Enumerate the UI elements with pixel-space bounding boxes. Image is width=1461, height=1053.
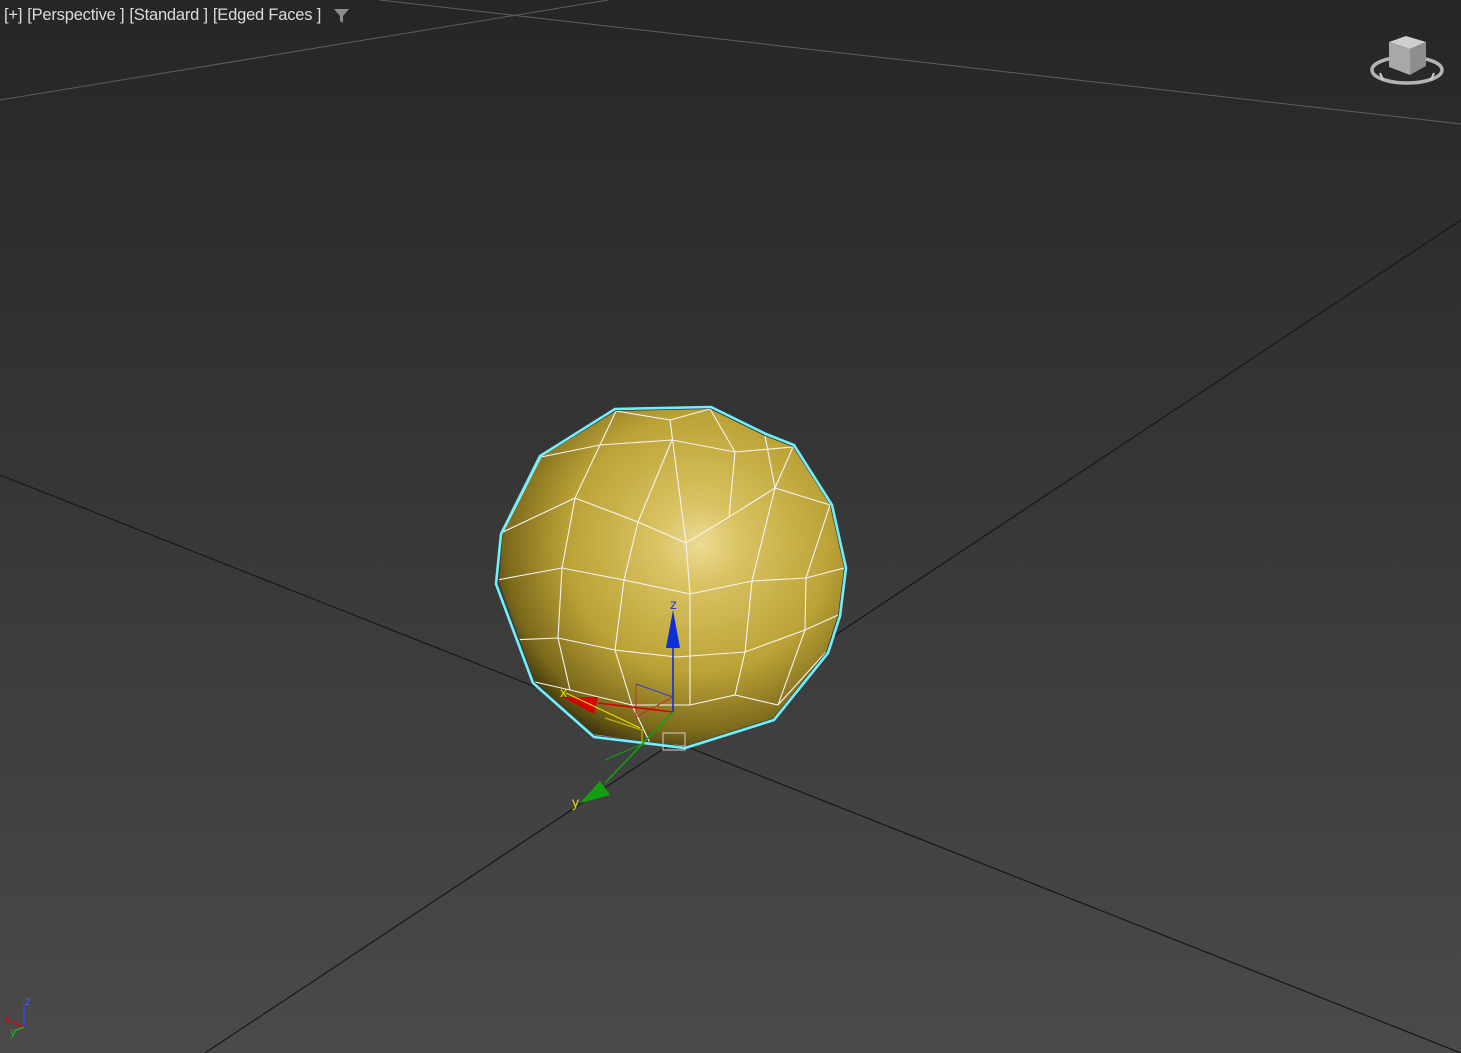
gizmo-y-label: y — [572, 794, 579, 810]
funnel-filter-glyph — [334, 8, 350, 23]
funnel-filter-icon[interactable] — [333, 8, 350, 24]
shading-mode-label[interactable]: [Standard ] — [129, 6, 208, 25]
viewport-label-menu: [+] [Perspective ] [Standard ] [Edged Fa… — [4, 6, 350, 25]
world-axis-y-label: y — [10, 1025, 16, 1039]
sphere-object[interactable] — [494, 405, 848, 750]
gizmo-z-label: z — [670, 596, 677, 612]
perspective-viewport[interactable]: z x y z x y [+] [Perspective ] [Standard… — [0, 0, 1461, 1053]
viewport-general-menu[interactable]: [+] — [4, 6, 22, 25]
display-mode-label[interactable]: [Edged Faces ] — [213, 6, 321, 25]
gizmo-x-label: x — [560, 684, 567, 700]
world-axis-x-label: x — [5, 1012, 11, 1026]
world-axis-z-label: z — [25, 994, 31, 1008]
viewport-scene[interactable]: z x y z x y — [0, 0, 1461, 1053]
point-of-view-label[interactable]: [Perspective ] — [27, 6, 124, 25]
